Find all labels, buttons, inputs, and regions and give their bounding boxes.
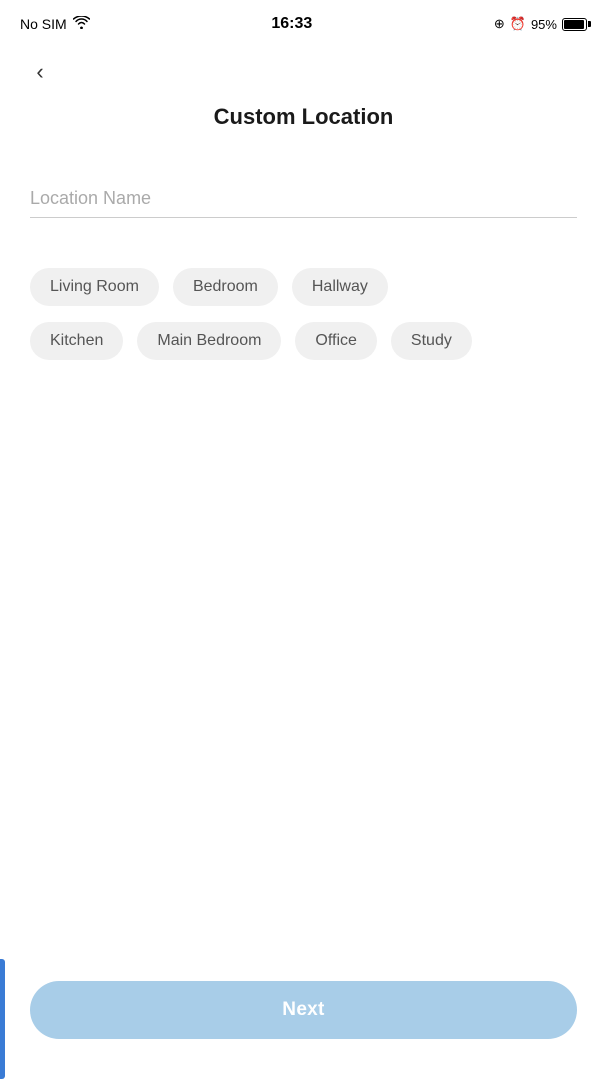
- back-chevron-icon: ‹: [36, 59, 43, 85]
- next-button[interactable]: Next: [30, 981, 577, 1039]
- battery-icon: [562, 18, 587, 31]
- battery-percent-label: 95%: [531, 17, 557, 32]
- tag-living-room[interactable]: Living Room: [30, 268, 159, 306]
- tag-kitchen[interactable]: Kitchen: [30, 322, 123, 360]
- tag-bedroom[interactable]: Bedroom: [173, 268, 278, 306]
- alarm-icon: ⏰: [510, 16, 526, 32]
- page-title: Custom Location: [0, 104, 607, 130]
- status-time: 16:33: [271, 15, 312, 33]
- input-section: [0, 180, 607, 218]
- tags-row-1: Living Room Bedroom Hallway: [30, 268, 577, 306]
- status-left: No SIM: [20, 16, 90, 32]
- tag-main-bedroom[interactable]: Main Bedroom: [137, 322, 281, 360]
- status-bar: No SIM 16:33 ⊕ ⏰ 95%: [0, 0, 607, 44]
- wifi-icon: [73, 16, 90, 32]
- status-right: ⊕ ⏰ 95%: [494, 16, 587, 32]
- tags-section: Living Room Bedroom Hallway Kitchen Main…: [0, 268, 607, 360]
- carrier-label: No SIM: [20, 16, 67, 32]
- battery-fill: [564, 20, 584, 29]
- location-name-input[interactable]: [30, 180, 577, 218]
- rotation-lock-icon: ⊕: [494, 16, 505, 32]
- back-button[interactable]: ‹: [20, 52, 60, 92]
- tag-study[interactable]: Study: [391, 322, 472, 360]
- tags-row-2: Kitchen Main Bedroom Office Study: [30, 322, 577, 360]
- battery-indicator: [562, 18, 587, 31]
- tag-hallway[interactable]: Hallway: [292, 268, 388, 306]
- side-accent: [0, 959, 5, 1079]
- tag-office[interactable]: Office: [295, 322, 377, 360]
